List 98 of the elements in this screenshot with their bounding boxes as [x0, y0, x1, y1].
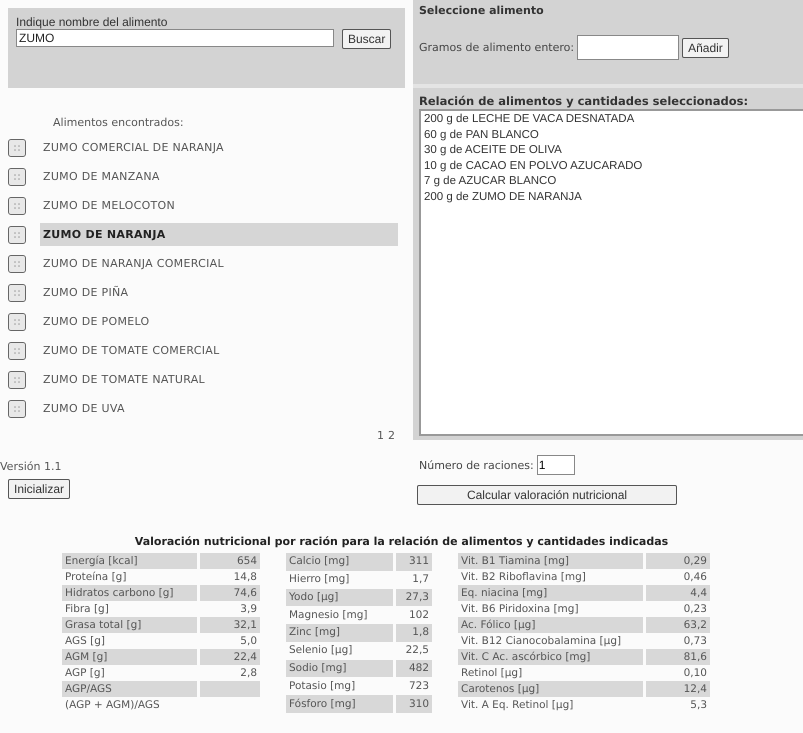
grams-field[interactable]	[577, 35, 680, 60]
calculate-button[interactable]: Calcular valoración nutricional	[417, 485, 677, 505]
nutrient-label: Fibra [g]	[62, 601, 198, 617]
select-button[interactable]	[8, 312, 26, 330]
nutrient-label: Magnesio [mg]	[286, 606, 394, 624]
version-label: Versión 1.1	[0, 460, 62, 473]
nutrient-label: Calcio [mg]	[286, 553, 394, 571]
nutrient-value: 310	[394, 695, 432, 713]
nutrient-label: Energía [kcal]	[62, 553, 198, 569]
nutrient-label: Vit. C Ac. ascórbico [mg]	[458, 649, 644, 665]
select-button[interactable]	[8, 254, 26, 272]
nutrient-label: Yodo [µg]	[286, 588, 394, 606]
food-line: 7 g de AZUCAR BLANCO	[424, 174, 558, 189]
food-item[interactable]: ZUMO DE POMELO	[40, 310, 398, 333]
grams-label: Gramos de alimento entero:	[419, 41, 574, 54]
nutrient-label: Vit. B6 Piridoxina [mg]	[458, 601, 644, 617]
nutrient-label: Proteína [g]	[62, 569, 198, 585]
search-label: Indique nombre del alimento	[16, 15, 168, 29]
food-item[interactable]: ZUMO DE UVA	[40, 397, 398, 420]
food-item[interactable]: ZUMO DE TOMATE COMERCIAL	[40, 339, 398, 362]
select-button[interactable]	[8, 370, 26, 388]
servings-label: Número de raciones:	[419, 458, 534, 472]
nutrient-value: 12,4	[644, 681, 710, 697]
results-title: Valoración nutricional por ración para la relación de alimentos y cantidades indicadas	[134, 535, 670, 549]
select-button[interactable]	[8, 196, 26, 214]
select-button[interactable]	[8, 226, 26, 244]
food-line: 60 g de PAN BLANCO	[424, 128, 540, 142]
page-link[interactable]: 2	[388, 429, 395, 442]
nutrient-label: Retinol [µg]	[458, 665, 644, 681]
food-line: 200 g de ZUMO DE NARANJA	[424, 190, 583, 204]
nutrient-label: Vit. A Eq. Retinol [µg]	[458, 697, 644, 713]
nutrient-label: Ac. Fólico [µg]	[458, 617, 644, 633]
results-label: Alimentos encontrados:	[53, 116, 185, 129]
nutrient-label: AGM [g]	[62, 649, 198, 665]
nutrient-label: Potasio [mg]	[286, 677, 394, 696]
select-button[interactable]	[8, 138, 26, 156]
panel-title: Seleccione alimento	[419, 4, 545, 17]
nutrient-value: 0,29	[644, 553, 710, 569]
food-item[interactable]: ZUMO DE MELOCOTON	[40, 194, 398, 217]
select-button[interactable]	[8, 400, 26, 418]
nutrient-label: Zinc [mg]	[286, 624, 394, 642]
dots-icon	[13, 260, 21, 268]
nutrient-value: 81,6	[644, 649, 710, 665]
search-button[interactable]: Buscar	[342, 29, 392, 49]
dots-icon	[13, 376, 21, 384]
nutrient-value: 654	[198, 553, 260, 569]
page-link[interactable]: 1	[377, 429, 384, 442]
food-item[interactable]: ZUMO DE MANZANA	[40, 165, 398, 188]
nutrient-label: Selenio [µg]	[286, 642, 394, 660]
food-line: 10 g de CACAO EN POLVO AZUCARADO	[424, 158, 644, 174]
nutrient-label: Grasa total [g]	[62, 617, 198, 633]
dots-icon	[13, 404, 21, 412]
select-button[interactable]	[8, 168, 26, 186]
food-item[interactable]: ZUMO DE NARANJA COMERCIAL	[40, 252, 398, 275]
add-button[interactable]: Añadir	[682, 38, 729, 58]
nutrient-value: 4,4	[644, 585, 710, 601]
nutrient-value: 22,4	[198, 649, 260, 665]
nutrient-label: Vit. B2 Riboflavina [mg]	[458, 569, 644, 585]
nutrient-label: Vit. B1 Tiamina [mg]	[458, 553, 644, 569]
nutrient-label: Hidratos carbono [g]	[62, 585, 198, 601]
dots-icon	[13, 202, 21, 210]
nutrient-value: 32,1	[198, 617, 260, 633]
nutrient-label: Eq. niacina [mg]	[458, 585, 644, 601]
food-item[interactable]: ZUMO DE NARANJA	[40, 223, 398, 246]
nutrient-value: 311	[394, 553, 432, 571]
nutrient-value: 27,3	[394, 588, 432, 606]
nutrient-label: AGP/AGS	[62, 681, 198, 697]
nutrient-value: 482	[394, 660, 432, 678]
dots-icon	[13, 144, 21, 152]
nutrient-label: Vit. B12 Cianocobalamina [µg]	[458, 633, 644, 649]
food-item[interactable]: ZUMO DE TOMATE NATURAL	[40, 368, 398, 391]
food-item[interactable]: ZUMO DE PIÑA	[40, 281, 398, 304]
nutrient-label: Sodio [mg]	[286, 660, 394, 678]
food-line: 30 g de ACEITE DE OLIVA	[424, 143, 563, 158]
selected-foods-area[interactable]: 200 g de LECHE DE VACA DESNATADA 60 g de PAN BLANCO 30 g de ACEITE DE OLIVA 10 g de CACAO EN POLVO AZUCARADO 7 g de AZUCAR BLANCO 200 g de ZUMO DE NARANJA	[419, 109, 803, 436]
nutrient-label: AGS [g]	[62, 633, 198, 649]
select-button[interactable]	[8, 284, 26, 302]
food-line: 200 g de LECHE DE VACA DESNATADA	[424, 112, 636, 127]
servings-field[interactable]: 1	[536, 455, 575, 475]
food-item[interactable]: ZUMO COMERCIAL DE NARANJA	[40, 136, 398, 159]
dots-icon	[13, 346, 21, 354]
nutrient-label: (AGP + AGM)/AGS	[62, 697, 198, 713]
nutrient-label: Carotenos [µg]	[458, 681, 644, 697]
dots-icon	[13, 172, 21, 180]
nutrient-label: Fósforo [mg]	[286, 695, 394, 713]
nutrient-value: 5,3	[644, 697, 710, 713]
nutrient-value: 1,8	[394, 624, 432, 642]
list-title: Relación de alimentos y cantidades seleccionados:	[419, 94, 750, 108]
select-button[interactable]	[8, 342, 26, 360]
search-field[interactable]: ZUMO	[16, 29, 334, 47]
nutrient-value: 63,2	[644, 617, 710, 633]
dots-icon	[13, 318, 21, 326]
nutrient-label: Hierro [mg]	[286, 570, 394, 589]
dots-icon	[13, 230, 21, 238]
dots-icon	[13, 288, 21, 296]
nutrient-value: 74,6	[198, 585, 260, 601]
nutrient-label: AGP [g]	[62, 665, 198, 681]
initialize-button[interactable]: Inicializar	[8, 479, 70, 499]
